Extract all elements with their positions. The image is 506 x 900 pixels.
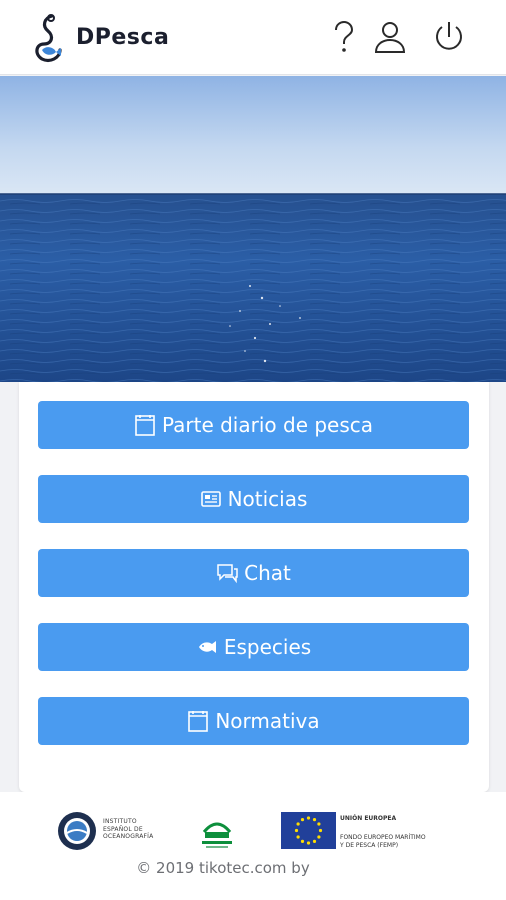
chat-button[interactable]: Chat <box>38 549 469 597</box>
fish-hook-logo-icon <box>35 14 62 62</box>
eu-fund-text: FONDO EUROPEO MARÍTIMO Y DE PESCA (FEMP) <box>340 834 426 849</box>
user-icon[interactable] <box>373 20 407 54</box>
calendar-icon <box>187 710 209 732</box>
noticias-label: Noticias <box>227 487 308 511</box>
app-brand: DPesca <box>76 25 170 50</box>
menu-card: Parte diario de pesca Noticias Chat Espe… <box>19 382 489 792</box>
newspaper-icon <box>200 488 222 510</box>
calendar-icon <box>134 414 156 436</box>
power-icon[interactable] <box>432 20 466 54</box>
ieo-text: INSTITUTO ESPAÑOL DE OCEANOGRAFÍA <box>103 818 154 840</box>
app-header: DPesca <box>0 0 506 75</box>
parte-diario-button[interactable]: Parte diario de pesca <box>38 401 469 449</box>
eu-title: UNIÓN EUROPEA <box>340 815 397 822</box>
ieo-logo-icon <box>58 812 96 850</box>
normativa-label: Normativa <box>215 709 320 733</box>
especies-button[interactable]: Especies <box>38 623 469 671</box>
eu-flag-icon <box>281 812 336 849</box>
sponsors-footer: INSTITUTO ESPAÑOL DE OCEANOGRAFÍA UNIÓN … <box>0 792 506 900</box>
hero-sea-image <box>0 76 506 382</box>
copyright-text: © 2019 tikotec.com by <box>136 859 310 877</box>
parte-diario-label: Parte diario de pesca <box>161 413 374 437</box>
chat-label: Chat <box>244 561 291 585</box>
fish-icon <box>196 636 218 658</box>
especies-label: Especies <box>223 635 312 659</box>
junta-andalucia-logo-icon <box>202 822 232 848</box>
chat-bubbles-icon <box>216 562 238 584</box>
noticias-button[interactable]: Noticias <box>38 475 469 523</box>
help-icon[interactable] <box>329 20 359 54</box>
normativa-button[interactable]: Normativa <box>38 697 469 745</box>
